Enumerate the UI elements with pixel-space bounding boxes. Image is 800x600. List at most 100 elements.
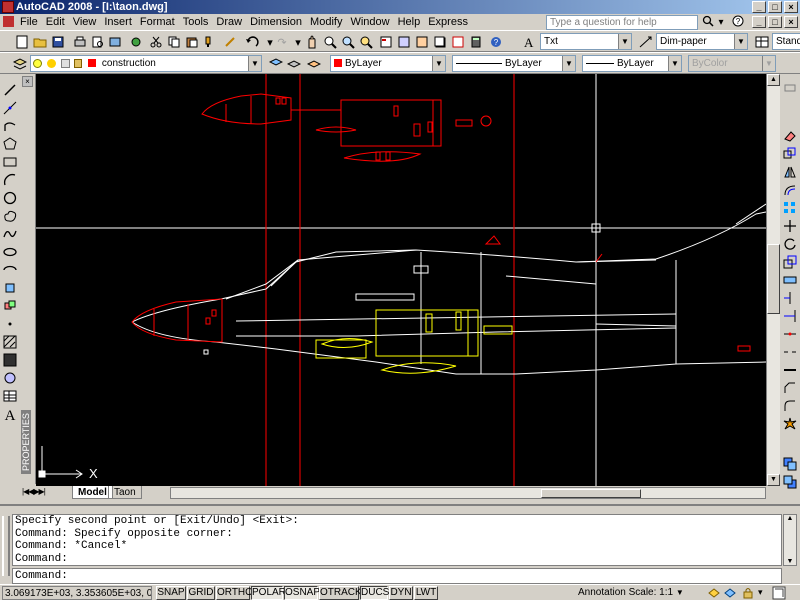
command-scrollbar[interactable]: ▲ ▼ xyxy=(783,514,797,566)
menu-window[interactable]: Window xyxy=(346,14,393,30)
layer-manager-icon[interactable] xyxy=(12,56,28,72)
ducs-toggle[interactable]: DUCS xyxy=(360,586,389,600)
vertical-scroll-thumb[interactable] xyxy=(767,244,780,314)
explode-icon[interactable] xyxy=(782,416,798,432)
publish-icon[interactable] xyxy=(108,34,124,50)
stretch-icon[interactable] xyxy=(782,272,798,288)
plot-preview-icon[interactable] xyxy=(90,34,106,50)
scroll-down-icon[interactable]: ▼ xyxy=(784,558,796,565)
gradient-icon[interactable] xyxy=(2,352,18,368)
trim-icon[interactable] xyxy=(782,290,798,306)
polygon-icon[interactable] xyxy=(2,136,18,152)
doc-close-button[interactable]: × xyxy=(784,16,798,28)
menu-edit[interactable]: Edit xyxy=(42,14,69,30)
mirror-icon[interactable] xyxy=(782,164,798,180)
point-icon[interactable] xyxy=(2,316,18,332)
bring-to-front-icon[interactable] xyxy=(782,474,798,490)
scroll-down-icon[interactable]: ▼ xyxy=(767,474,780,486)
zoom-previous-icon[interactable] xyxy=(358,34,374,50)
match-properties-icon[interactable] xyxy=(202,34,218,50)
text-style-icon[interactable]: A xyxy=(522,34,538,50)
maximize-button[interactable]: □ xyxy=(768,1,782,13)
rotate-icon[interactable] xyxy=(782,236,798,252)
help-icon[interactable]: ? xyxy=(488,34,504,50)
table-style-icon[interactable] xyxy=(754,34,770,50)
vertical-scrollbar[interactable]: ▲ ▼ xyxy=(766,74,780,486)
spline-icon[interactable] xyxy=(2,226,18,242)
circle-icon[interactable] xyxy=(2,190,18,206)
menu-insert[interactable]: Insert xyxy=(100,14,136,30)
annotation-visibility-icon[interactable] xyxy=(708,587,720,599)
help-search-input[interactable]: Type a question for help xyxy=(546,15,698,30)
menu-modify[interactable]: Modify xyxy=(306,14,346,30)
doc-restore-button[interactable]: □ xyxy=(768,16,782,28)
menu-express[interactable]: Express xyxy=(424,14,472,30)
make-block-icon[interactable] xyxy=(2,298,18,314)
dyn-toggle[interactable]: DYN xyxy=(389,586,413,600)
zoom-window-icon[interactable] xyxy=(340,34,356,50)
make-object-layer-current-icon[interactable] xyxy=(268,56,284,72)
properties-palette-strip[interactable]: × PROPERTIES xyxy=(20,74,36,484)
extend-icon[interactable] xyxy=(782,308,798,324)
properties-palette-label[interactable]: PROPERTIES xyxy=(21,410,31,474)
hatch-icon[interactable] xyxy=(2,334,18,350)
menu-help[interactable]: Help xyxy=(394,14,425,30)
paste-icon[interactable] xyxy=(184,34,200,50)
menu-view[interactable]: View xyxy=(69,14,101,30)
erase-icon[interactable] xyxy=(782,128,798,144)
grid-toggle[interactable]: GRID xyxy=(187,586,215,600)
tool-palettes-icon[interactable] xyxy=(414,34,430,50)
qnew-icon[interactable] xyxy=(14,34,30,50)
join-icon[interactable] xyxy=(782,362,798,378)
autocad-app-icon[interactable] xyxy=(2,1,14,13)
draw-order-icon[interactable] xyxy=(782,456,798,472)
break-at-point-icon[interactable] xyxy=(782,326,798,342)
line-icon[interactable] xyxy=(2,82,18,98)
scroll-up-icon[interactable]: ▲ xyxy=(784,515,796,522)
tab-navigation-icon[interactable]: |◀◀▶▶| xyxy=(22,487,46,496)
clean-screen-icon[interactable] xyxy=(772,586,786,600)
zoom-realtime-icon[interactable] xyxy=(322,34,338,50)
array-icon[interactable] xyxy=(782,200,798,216)
horizontal-scrollbar[interactable] xyxy=(170,487,766,499)
info-center-icon[interactable]: ? xyxy=(730,15,746,30)
properties-icon[interactable] xyxy=(378,34,394,50)
layer-state-icon[interactable] xyxy=(306,56,322,72)
ellipse-icon[interactable] xyxy=(2,244,18,260)
ellipse-arc-icon[interactable] xyxy=(2,262,18,278)
osnap-toggle[interactable]: OSNAP xyxy=(284,586,320,600)
polyline-icon[interactable] xyxy=(2,118,18,134)
lineweight-control-select[interactable]: ByLayer ▼ xyxy=(582,55,682,72)
arc-icon[interactable] xyxy=(2,172,18,188)
coordinate-display[interactable]: 3.069173E+03, 3.353605E+03, 0'-0" xyxy=(2,586,152,600)
insert-block-icon[interactable] xyxy=(2,280,18,296)
menu-dimension[interactable]: Dimension xyxy=(246,14,306,30)
ortho-toggle[interactable]: ORTHO xyxy=(216,586,253,600)
color-control-select[interactable]: ByLayer ▼ xyxy=(330,55,446,72)
region-icon[interactable] xyxy=(2,370,18,386)
revision-cloud-icon[interactable] xyxy=(2,208,18,224)
otrack-toggle[interactable]: OTRACK xyxy=(319,586,362,600)
document-icon[interactable] xyxy=(3,16,14,27)
undo-icon[interactable] xyxy=(244,34,260,50)
search-help-icon[interactable] xyxy=(700,15,716,30)
menu-format[interactable]: Format xyxy=(136,14,179,30)
offset-icon[interactable] xyxy=(782,182,798,198)
palette-close-icon[interactable]: × xyxy=(22,76,33,87)
block-editor-icon[interactable] xyxy=(222,34,238,50)
chamfer-icon[interactable] xyxy=(782,380,798,396)
scale-icon[interactable] xyxy=(782,254,798,270)
command-window-grip[interactable] xyxy=(2,516,10,576)
text-style-select[interactable]: Txt ▼ xyxy=(540,33,632,50)
move-icon[interactable] xyxy=(782,218,798,234)
drawing-area[interactable]: X xyxy=(36,74,766,486)
save-icon[interactable] xyxy=(50,34,66,50)
copy-object-icon[interactable] xyxy=(782,146,798,162)
copy-icon[interactable] xyxy=(166,34,182,50)
menu-tools[interactable]: Tools xyxy=(179,14,213,30)
polar-toggle[interactable]: POLAR xyxy=(251,586,286,600)
redo-icon[interactable]: ↷ xyxy=(274,34,290,50)
quickcalc-icon[interactable] xyxy=(468,34,484,50)
snap-toggle[interactable]: SNAP xyxy=(156,586,186,600)
plotstyle-control-select[interactable]: ByColor ▼ xyxy=(688,55,776,72)
